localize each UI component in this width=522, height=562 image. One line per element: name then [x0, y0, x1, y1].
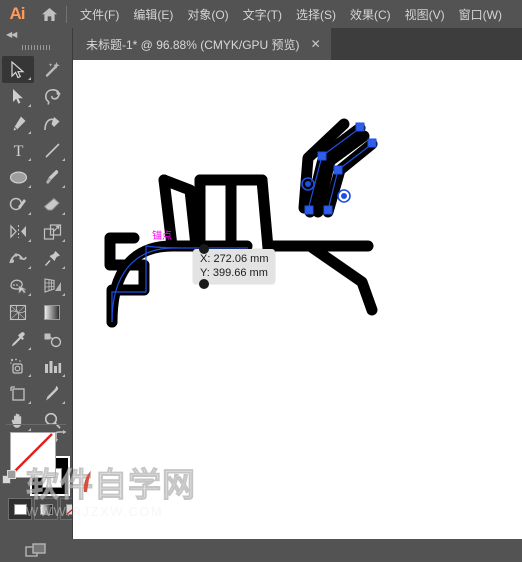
menu-bar: Ai 文件(F) 编辑(E) 对象(O) 文字(T) 选择(S) 效果(C) 视…	[0, 0, 522, 28]
color-mode-group	[8, 498, 72, 520]
tooltip-nub-bottom	[199, 279, 209, 289]
tooltip-nub-top	[199, 244, 209, 254]
svg-text:T: T	[13, 143, 23, 159]
menu-item-edit[interactable]: 编辑(E)	[126, 0, 180, 28]
menu-item-object[interactable]: 对象(O)	[180, 0, 235, 28]
default-fill-stroke-icon[interactable]	[2, 470, 19, 492]
tool-flyout-indicator	[62, 266, 65, 269]
document-tab-bar: 未标题-1* @ 96.88% (CMYK/GPU 预览) ✕	[0, 28, 522, 60]
cursor-coordinates-tooltip: X: 272.06 mm Y: 399.66 mm	[193, 244, 276, 289]
tool-flyout-indicator	[62, 185, 65, 188]
mesh-tool[interactable]	[2, 299, 34, 326]
tool-grid: T	[2, 56, 70, 434]
symbol-sprayer-tool[interactable]	[2, 353, 34, 380]
tool-flyout-indicator	[28, 374, 31, 377]
home-icon[interactable]	[34, 0, 64, 28]
eyedropper-tool[interactable]	[2, 326, 34, 353]
app-logo: Ai	[9, 4, 26, 23]
screen-mode-button[interactable]	[24, 540, 48, 562]
rotate-tool[interactable]	[2, 218, 34, 245]
direct-selection-tool[interactable]	[2, 83, 34, 110]
menu-item-effect[interactable]: 效果(C)	[343, 0, 398, 28]
shape-builder-tool[interactable]	[2, 272, 34, 299]
tool-flyout-indicator	[28, 104, 31, 107]
close-icon[interactable]: ✕	[311, 38, 321, 50]
smart-guide-label: 锚点	[152, 231, 172, 242]
tool-flyout-indicator	[62, 212, 65, 215]
tool-flyout-indicator	[62, 158, 65, 161]
tool-flyout-indicator	[28, 131, 31, 134]
tooltip-x-value: X: 272.06 mm	[200, 253, 269, 265]
magic-wand-tool[interactable]	[36, 56, 68, 83]
tool-flyout-indicator	[62, 293, 65, 296]
perspective-grid-tool[interactable]	[36, 272, 68, 299]
gradient-tool[interactable]	[36, 299, 68, 326]
shaper-tool[interactable]	[2, 191, 34, 218]
artboard-canvas[interactable]: 锚点 X: 272.06 mm Y: 399.66 mm	[72, 60, 522, 539]
grip-dots-icon	[22, 45, 50, 50]
color-mode-none[interactable]	[60, 498, 72, 520]
column-graph-tool[interactable]	[36, 353, 68, 380]
menu-item-file[interactable]: 文件(F)	[73, 0, 126, 28]
ellipse-tool[interactable]	[2, 164, 34, 191]
tool-flyout-indicator	[28, 77, 31, 80]
toolbar-separator	[6, 424, 66, 425]
type-tool[interactable]: T	[2, 137, 34, 164]
curvature-tool[interactable]	[36, 110, 68, 137]
menu-item-type[interactable]: 文字(T)	[236, 0, 289, 28]
color-mode-band	[0, 496, 72, 540]
color-mode-color[interactable]	[8, 498, 32, 520]
tool-flyout-indicator	[28, 185, 31, 188]
pen-tool[interactable]	[2, 110, 34, 137]
document-tab[interactable]: 未标题-1* @ 96.88% (CMYK/GPU 预览) ✕	[72, 28, 331, 60]
tool-flyout-indicator	[62, 239, 65, 242]
line-segment-tool[interactable]	[36, 137, 68, 164]
paintbrush-tool[interactable]	[36, 164, 68, 191]
tool-flyout-indicator	[28, 212, 31, 215]
artboard-tool[interactable]	[2, 380, 34, 407]
selection-tool[interactable]	[2, 56, 34, 83]
illustrator-window: Ai 文件(F) 编辑(E) 对象(O) 文字(T) 选择(S) 效果(C) 视…	[0, 0, 522, 557]
tool-flyout-indicator	[62, 374, 65, 377]
tool-flyout-indicator	[28, 239, 31, 242]
menu-item-select[interactable]: 选择(S)	[289, 0, 343, 28]
lasso-tool[interactable]	[36, 83, 68, 110]
tool-flyout-indicator	[62, 401, 65, 404]
scale-tool[interactable]	[36, 218, 68, 245]
tool-flyout-indicator	[28, 401, 31, 404]
tooltip-y-value: Y: 399.66 mm	[200, 267, 268, 279]
document-tab-label: 未标题-1* @ 96.88% (CMYK/GPU 预览)	[86, 37, 300, 52]
free-transform-tool[interactable]	[36, 245, 68, 272]
collapse-panel-button[interactable]: ◀◀	[0, 28, 78, 41]
tool-flyout-indicator	[28, 158, 31, 161]
tool-flyout-indicator	[28, 266, 31, 269]
tool-flyout-indicator	[28, 293, 31, 296]
artwork-vector	[104, 118, 378, 328]
color-mode-gradient[interactable]	[34, 498, 58, 520]
panel-drag-handle[interactable]	[0, 41, 72, 54]
chevron-double-left-icon: ◀◀	[6, 29, 17, 39]
slice-tool[interactable]	[36, 380, 68, 407]
tools-panel: ◀◀ T	[0, 28, 73, 557]
blend-tool[interactable]	[36, 326, 68, 353]
menu-divider	[66, 5, 67, 23]
eraser-tool[interactable]	[36, 191, 68, 218]
width-tool[interactable]	[2, 245, 34, 272]
fill-stroke-controls	[0, 428, 72, 498]
menu-item-view[interactable]: 视图(V)	[398, 0, 452, 28]
tool-flyout-indicator	[28, 347, 31, 350]
menu-item-window[interactable]: 窗口(W)	[452, 0, 509, 28]
